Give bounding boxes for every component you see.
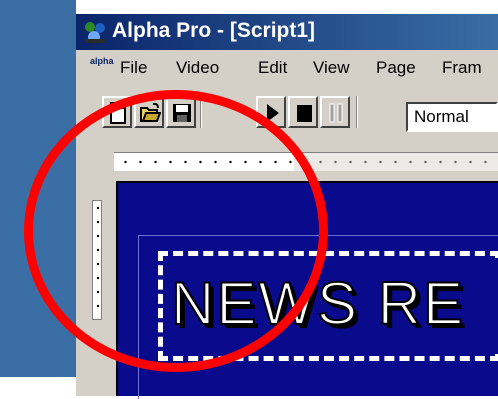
title-bar[interactable]: Alpha Pro - [Script1] [76, 14, 498, 50]
menu-bar: alpha File Video Edit View Page Fram [76, 50, 498, 84]
toolbar-separator [200, 96, 202, 128]
save-disk-icon [173, 104, 191, 122]
window-top-gap [76, 0, 498, 14]
desktop-strip [0, 377, 76, 396]
toolbar-separator [356, 96, 358, 128]
menu-view[interactable]: View [313, 58, 350, 78]
menu-page[interactable]: Page [376, 58, 416, 78]
preview-canvas[interactable]: NEWS RE [116, 181, 498, 399]
open-button[interactable] [134, 96, 164, 128]
desktop-background [0, 0, 76, 396]
vertical-ruler[interactable] [88, 172, 106, 396]
style-select[interactable]: Normal [406, 102, 498, 132]
save-button[interactable] [166, 96, 196, 128]
pause-icon [329, 103, 343, 123]
play-icon [267, 104, 279, 122]
horizontal-ruler[interactable] [114, 152, 498, 171]
headline-text-box[interactable]: NEWS RE [158, 251, 498, 361]
toolbar: Normal [76, 88, 498, 152]
stop-button[interactable] [288, 96, 318, 128]
play-button[interactable] [256, 96, 286, 128]
menu-file[interactable]: File [120, 58, 147, 78]
menu-edit[interactable]: Edit [258, 58, 287, 78]
new-document-icon [110, 102, 126, 124]
stop-icon [297, 105, 312, 122]
open-folder-icon [140, 102, 161, 122]
ruler-ticks [92, 200, 102, 320]
menu-logo-icon[interactable]: alpha [90, 57, 114, 77]
pause-button[interactable] [320, 96, 350, 128]
headline-text: NEWS RE [170, 270, 466, 337]
app-logo-icon [85, 22, 105, 43]
menu-video[interactable]: Video [176, 58, 219, 78]
ruler-inactive-area [294, 153, 498, 171]
window-title: Alpha Pro - [Script1] [112, 19, 316, 42]
new-button[interactable] [102, 96, 132, 128]
app-window: Alpha Pro - [Script1] alpha File Video E… [76, 0, 498, 399]
menu-frame[interactable]: Fram [442, 58, 482, 78]
